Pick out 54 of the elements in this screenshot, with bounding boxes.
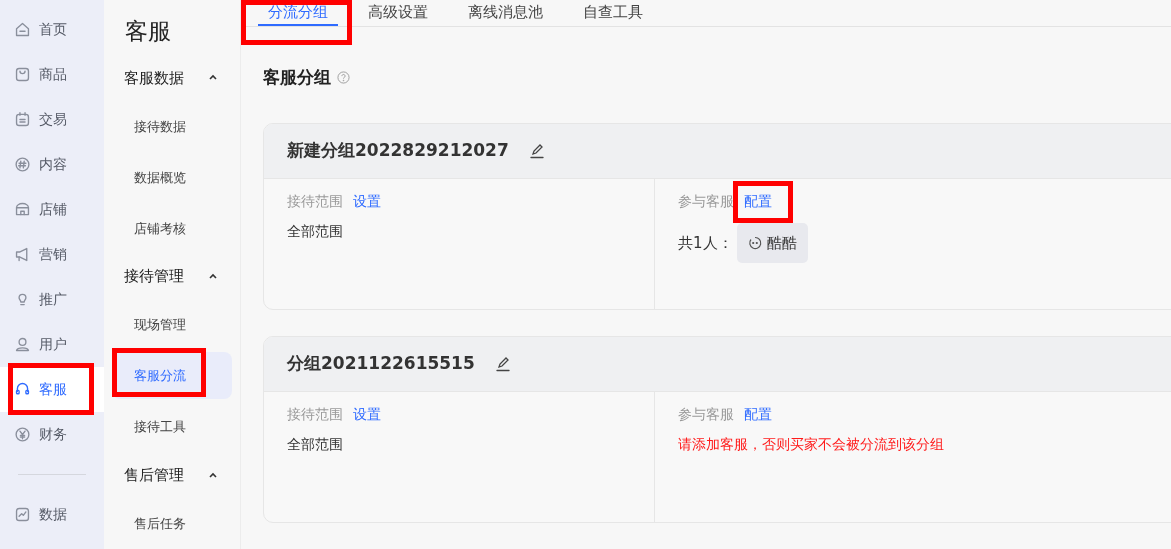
tab[interactable]: 分流分组 xyxy=(258,0,338,26)
tab[interactable]: 高级设置 xyxy=(358,0,438,26)
chevron-icon xyxy=(208,471,218,479)
menu-item[interactable]: 接待数据 xyxy=(112,102,232,150)
clipboard-icon xyxy=(14,111,31,128)
field-label: 参与客服 xyxy=(678,192,734,211)
agent-chip: 酷酷 xyxy=(736,223,808,263)
field-label: 参与客服 xyxy=(678,405,734,424)
nav-item[interactable]: 财务 xyxy=(0,412,104,457)
menu-item[interactable]: 店铺考核 xyxy=(112,204,232,252)
house-icon xyxy=(14,21,31,38)
field-value: 全部范围 xyxy=(287,435,344,454)
edit-icon[interactable] xyxy=(528,143,545,159)
section-title: 客服分组 xyxy=(263,65,331,89)
group-name: 分组2021122615515 xyxy=(287,352,475,376)
configure-link[interactable]: 配置 xyxy=(744,193,772,209)
set-link[interactable]: 设置 xyxy=(353,404,381,425)
menu-group[interactable]: 客服数据 xyxy=(104,55,240,101)
menu-item[interactable]: 数据概览 xyxy=(112,153,232,201)
menu-item[interactable]: 售后任务 xyxy=(112,500,232,547)
nav-item[interactable]: 数据 xyxy=(0,492,104,537)
field-label: 接待范围 xyxy=(287,192,343,211)
field-value: 全部范围 xyxy=(287,222,344,241)
face-icon xyxy=(747,236,762,250)
chevron-icon xyxy=(208,74,218,82)
page-title: 客服 xyxy=(124,17,172,46)
edit-icon[interactable] xyxy=(494,356,511,372)
warning-text: 请添加客服，否则买家不会被分流到该分组 xyxy=(678,435,945,454)
hash-icon xyxy=(14,156,31,173)
nav-item[interactable]: 首页 xyxy=(0,7,104,52)
chart-icon xyxy=(14,506,31,523)
field-label: 接待范围 xyxy=(287,405,343,424)
menu-item[interactable]: 接待工具 xyxy=(112,403,232,451)
set-link[interactable]: 设置 xyxy=(353,191,381,212)
nav-item[interactable]: 用户 xyxy=(0,322,104,367)
store-icon xyxy=(14,201,31,218)
configure-link[interactable]: 配置 xyxy=(744,406,772,422)
tab[interactable]: 离线消息池 xyxy=(458,0,553,26)
yen-icon xyxy=(14,426,31,443)
menu-group[interactable]: 接待管理 xyxy=(104,253,240,300)
user-icon xyxy=(14,336,31,353)
bag-icon xyxy=(14,66,31,83)
chevron-icon xyxy=(208,273,218,281)
nav-item[interactable]: 内容 xyxy=(0,142,104,187)
menu-group[interactable]: 售后管理 xyxy=(104,452,240,498)
agent-count: 共1人： xyxy=(678,232,733,254)
tab[interactable]: 自查工具 xyxy=(573,0,653,26)
group-name: 新建分组2022829212027 xyxy=(287,139,509,163)
nav-item[interactable]: 推广 xyxy=(0,277,104,322)
nav-item[interactable]: 交易 xyxy=(0,97,104,142)
nav-item[interactable]: 店铺 xyxy=(0,187,104,232)
nav-item[interactable]: 商品 xyxy=(0,52,104,97)
menu-item[interactable]: 现场管理 xyxy=(112,301,232,349)
nav-item[interactable]: 营销 xyxy=(0,232,104,277)
